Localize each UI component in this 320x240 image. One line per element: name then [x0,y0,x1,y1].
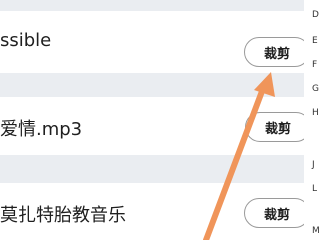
file-name: ssible [0,30,52,51]
index-letter[interactable]: H [312,108,319,118]
index-letter[interactable]: D [312,10,319,20]
list-item[interactable]: 爱情.mp3 裁剪 [0,97,311,155]
index-letter[interactable]: J [312,160,315,170]
file-name: 爱情.mp3 [0,119,83,140]
list-item[interactable]: ssible 裁剪 [0,11,310,73]
index-letter[interactable]: M [312,226,320,236]
index-letter[interactable]: G [312,84,319,94]
audio-file-list: ssible 裁剪 爱情.mp3 裁剪 莫扎特胎教音乐 裁剪 [0,0,311,240]
alphabet-index-bar[interactable]: D E F G H J L M [304,0,320,240]
file-name: 莫扎特胎教音乐 [0,205,126,226]
crop-button[interactable]: 裁剪 [245,112,311,142]
crop-button[interactable]: 裁剪 [244,198,310,228]
index-letter[interactable]: E [312,36,318,46]
index-letter[interactable]: F [312,60,317,70]
index-letter[interactable]: L [312,184,317,194]
list-item[interactable]: 莫扎特胎教音乐 裁剪 [0,183,310,240]
crop-button[interactable]: 裁剪 [244,37,310,67]
